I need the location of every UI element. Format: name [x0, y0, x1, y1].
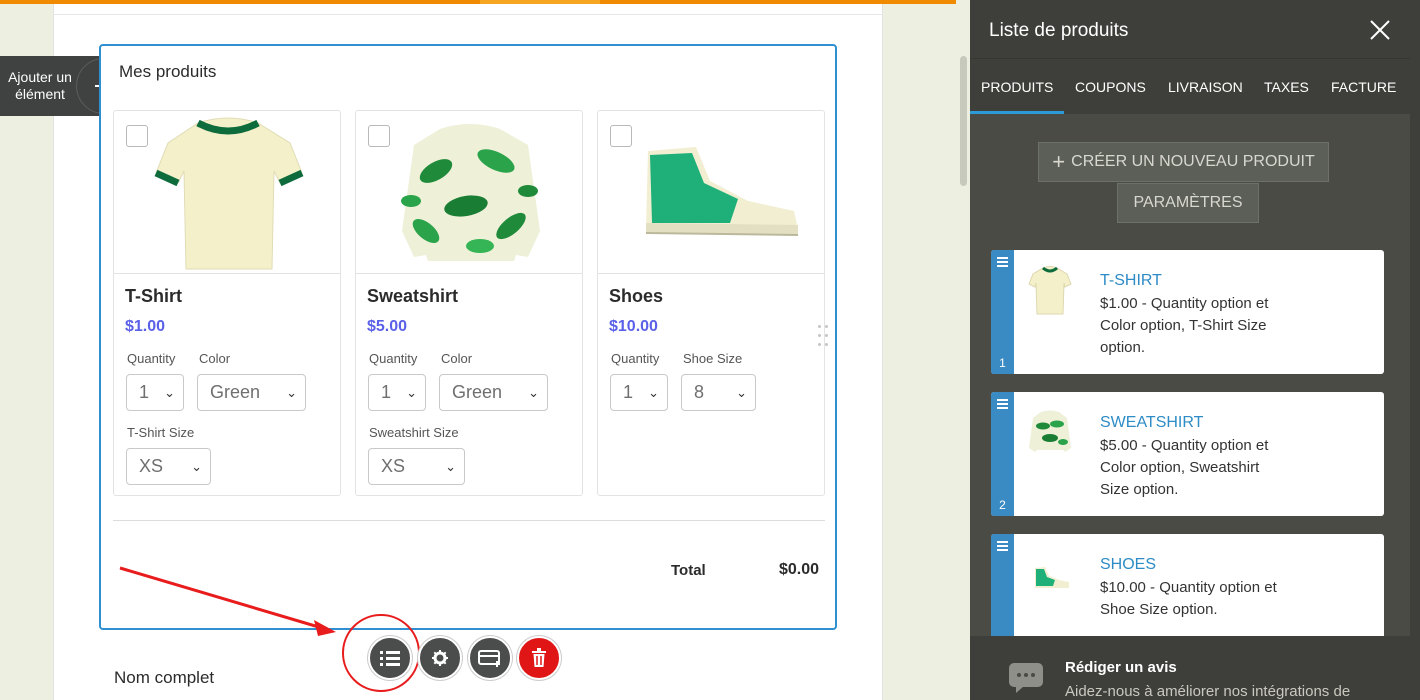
close-icon[interactable] — [1368, 18, 1392, 42]
menu-icon — [997, 541, 1008, 553]
quantity-select[interactable]: 1 ⌄ — [610, 374, 668, 411]
shoe-size-select[interactable]: 8 ⌄ — [681, 374, 756, 411]
product-name: Shoes — [609, 286, 664, 306]
product-list-item[interactable]: 2 SWEATSHIRT $5.00 - Quantity option et … — [991, 392, 1384, 516]
create-product-button[interactable]: + CRÉER UN NOUVEAU PRODUIT — [1038, 142, 1329, 182]
tshirt-thumbnail — [1028, 266, 1072, 315]
product-name[interactable]: T-SHIRT — [1100, 272, 1162, 290]
item-index: 1 — [999, 356, 1006, 370]
drag-handle[interactable]: 1 — [991, 250, 1014, 374]
select-checkbox[interactable] — [610, 125, 632, 147]
option-label: Quantity — [611, 351, 660, 366]
panel-header: Liste de produits — [970, 0, 1410, 58]
review-banner[interactable]: Rédiger un avis Aidez-nous à améliorer n… — [970, 636, 1410, 700]
chevron-down-icon: ⌄ — [445, 459, 456, 474]
panel-body: + CRÉER UN NOUVEAU PRODUIT PARAMÈTRES 1 … — [970, 114, 1410, 658]
tab-livraison[interactable]: LIVRAISON — [1168, 79, 1243, 95]
tab-produits[interactable]: PRODUITS — [981, 79, 1053, 95]
create-product-label: CRÉER UN NOUVEAU PRODUIT — [1071, 153, 1315, 170]
product-list-panel: Liste de produits PRODUITS COUPONS LIVRA… — [970, 0, 1420, 700]
option-label: Color — [441, 351, 473, 366]
product-description: $1.00 - Quantity option et Color option,… — [1100, 295, 1269, 356]
menu-icon — [997, 257, 1008, 269]
panel-scrollbar-track — [1410, 0, 1420, 700]
color-select[interactable]: Green ⌄ — [439, 374, 548, 411]
product-price: $10.00 — [609, 318, 658, 335]
annotation-arrow — [119, 566, 336, 636]
chevron-down-icon: ⌄ — [736, 385, 747, 400]
panel-tabs: PRODUITS COUPONS LIVRAISON TAXES FACTURE — [970, 58, 1410, 114]
chat-bubble-icon — [1009, 663, 1043, 693]
plus-icon: + — [1052, 149, 1066, 174]
tab-taxes[interactable]: TAXES — [1264, 79, 1309, 95]
gear-icon — [432, 650, 448, 666]
tab-facture[interactable]: FACTURE — [1331, 79, 1396, 95]
scrollbar[interactable] — [956, 0, 970, 700]
settings-button[interactable] — [418, 636, 462, 680]
chevron-down-icon: ⌄ — [648, 385, 659, 400]
product-list-item[interactable]: 1 T-SHIRT $1.00 - Quantity option et Col… — [991, 250, 1384, 374]
product-list-button[interactable] — [368, 636, 412, 680]
full-name-label: Nom complet — [114, 668, 215, 687]
total-label: Total — [671, 562, 706, 579]
chevron-down-icon: ⌄ — [528, 385, 539, 400]
item-index: 2 — [999, 498, 1006, 512]
sweatshirt-thumbnail — [1029, 410, 1071, 452]
total-value: $0.00 — [779, 561, 820, 578]
product-name[interactable]: SHOES — [1100, 556, 1156, 574]
payment-button[interactable] — [468, 636, 512, 680]
delete-button[interactable] — [517, 636, 561, 680]
payment-card-icon — [478, 650, 500, 667]
panel-title: Liste de produits — [989, 20, 1129, 41]
review-subtitle: Aidez-nous à améliorer nos intégrations … — [1065, 683, 1351, 700]
list-icon — [380, 651, 400, 666]
settings-button[interactable]: PARAMÈTRES — [1117, 183, 1259, 223]
drag-handle-icon[interactable] — [818, 325, 830, 349]
product-name[interactable]: SWEATSHIRT — [1100, 414, 1203, 432]
tab-coupons[interactable]: COUPONS — [1075, 79, 1146, 95]
product-description: $10.00 - Quantity option et Shoe Size op… — [1100, 579, 1277, 618]
shoes-thumbnail — [1035, 567, 1069, 588]
menu-icon — [997, 399, 1008, 411]
review-title: Rédiger un avis — [1065, 659, 1177, 676]
product-card-shoes[interactable]: Shoes $10.00 Quantity Shoe Size 1 ⌄ 8 ⌄ — [597, 110, 825, 496]
product-description: $5.00 - Quantity option et Color option,… — [1100, 437, 1269, 498]
drag-handle[interactable]: 2 — [991, 392, 1014, 516]
option-label: Shoe Size — [683, 351, 743, 366]
trash-icon — [532, 648, 546, 667]
